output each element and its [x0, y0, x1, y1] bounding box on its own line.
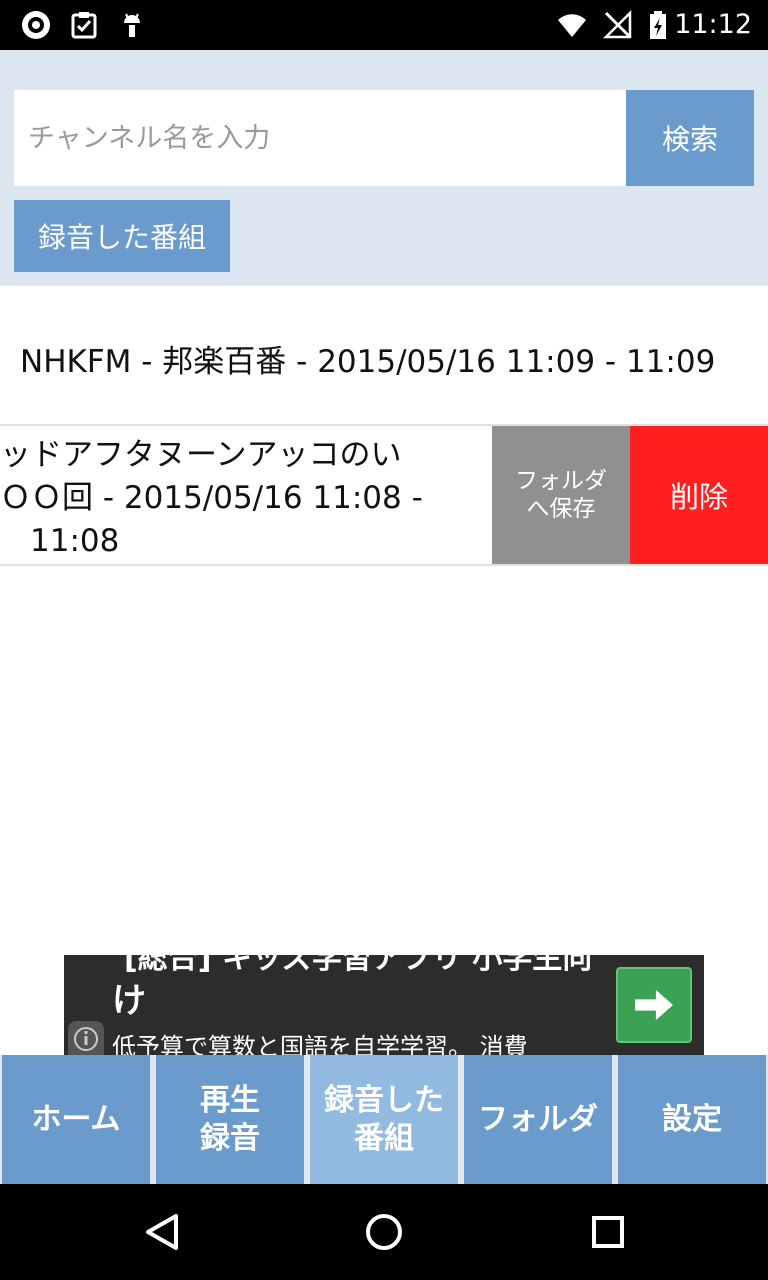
- battery-charging-icon: [650, 11, 666, 39]
- status-bar: 11:12: [0, 0, 768, 50]
- tab-folder[interactable]: フォルダ: [464, 1055, 612, 1184]
- recorded-programs-button[interactable]: 録音した番組: [14, 200, 230, 272]
- ad-top-text: [総合] キッズ学習アプリ 小学生向: [124, 955, 593, 976]
- tab-home-label: ホーム: [31, 1101, 121, 1137]
- tab-home[interactable]: ホーム: [2, 1055, 150, 1184]
- bottom-tab-bar: ホーム 再生 録音 録音した 番組 フォルダ 設定: [0, 1055, 768, 1184]
- ad-info-icon[interactable]: [68, 1021, 104, 1055]
- list-item-label: NHKFM - 邦楽百番 - 2015/05/16 11:09 - 11:09: [20, 344, 716, 380]
- list-item-swiped[interactable]: ッドアフタヌーンアッコのい ＯＯ回 - 2015/05/16 11:08 - 1…: [0, 426, 768, 566]
- list-item-label: ッドアフタヌーンアッコのい ＯＯ回 - 2015/05/16 11:08 - 1…: [0, 434, 474, 563]
- search-button[interactable]: 検索: [626, 90, 754, 186]
- tab-recorded-programs-label: 録音した 番組: [324, 1082, 444, 1156]
- status-time: 11:12: [674, 9, 752, 40]
- app-icon: [22, 11, 50, 39]
- back-icon[interactable]: [124, 1196, 196, 1268]
- list-item[interactable]: NHKFM - 邦楽百番 - 2015/05/16 11:09 - 11:09: [0, 286, 768, 426]
- channel-search-input[interactable]: [14, 90, 626, 186]
- tab-play-record[interactable]: 再生 録音: [156, 1055, 304, 1184]
- wifi-icon: [558, 14, 586, 37]
- tab-play-record-label: 再生 録音: [200, 1082, 260, 1156]
- tab-settings[interactable]: 設定: [618, 1055, 766, 1184]
- tab-recorded-programs[interactable]: 録音した 番組: [310, 1055, 458, 1184]
- save-to-folder-button[interactable]: フォルダ へ保存: [492, 426, 630, 564]
- list-item-line1: ッドアフタヌーンアッコのい: [0, 437, 402, 473]
- ad-cta-button[interactable]: [616, 967, 692, 1043]
- ad-description: 低予算で算数と国語を自学学習。 消費: [112, 1033, 528, 1055]
- arrow-right-icon: [635, 989, 673, 1021]
- list-item-line2: ＯＯ回 - 2015/05/16 11:08 -: [0, 480, 423, 516]
- tab-folder-label: フォルダ: [478, 1101, 598, 1137]
- save-to-folder-label: フォルダ へ保存: [515, 468, 607, 522]
- home-icon[interactable]: [348, 1196, 420, 1268]
- clipboard-check-icon: [71, 12, 97, 39]
- list-item-line3: 11:08: [30, 523, 120, 559]
- tab-settings-label: 設定: [662, 1101, 722, 1137]
- ad-title: け: [112, 981, 146, 1021]
- search-header: 検索 録音した番組: [0, 50, 768, 286]
- android-icon: [124, 13, 140, 37]
- delete-button[interactable]: 削除: [630, 426, 768, 564]
- ad-banner[interactable]: [総合] キッズ学習アプリ 小学生向 け 低予算で算数と国語を自学学習。 消費: [64, 955, 704, 1055]
- recents-icon[interactable]: [572, 1196, 644, 1268]
- no-signal-icon: [602, 9, 632, 39]
- navigation-bar: [0, 1184, 768, 1280]
